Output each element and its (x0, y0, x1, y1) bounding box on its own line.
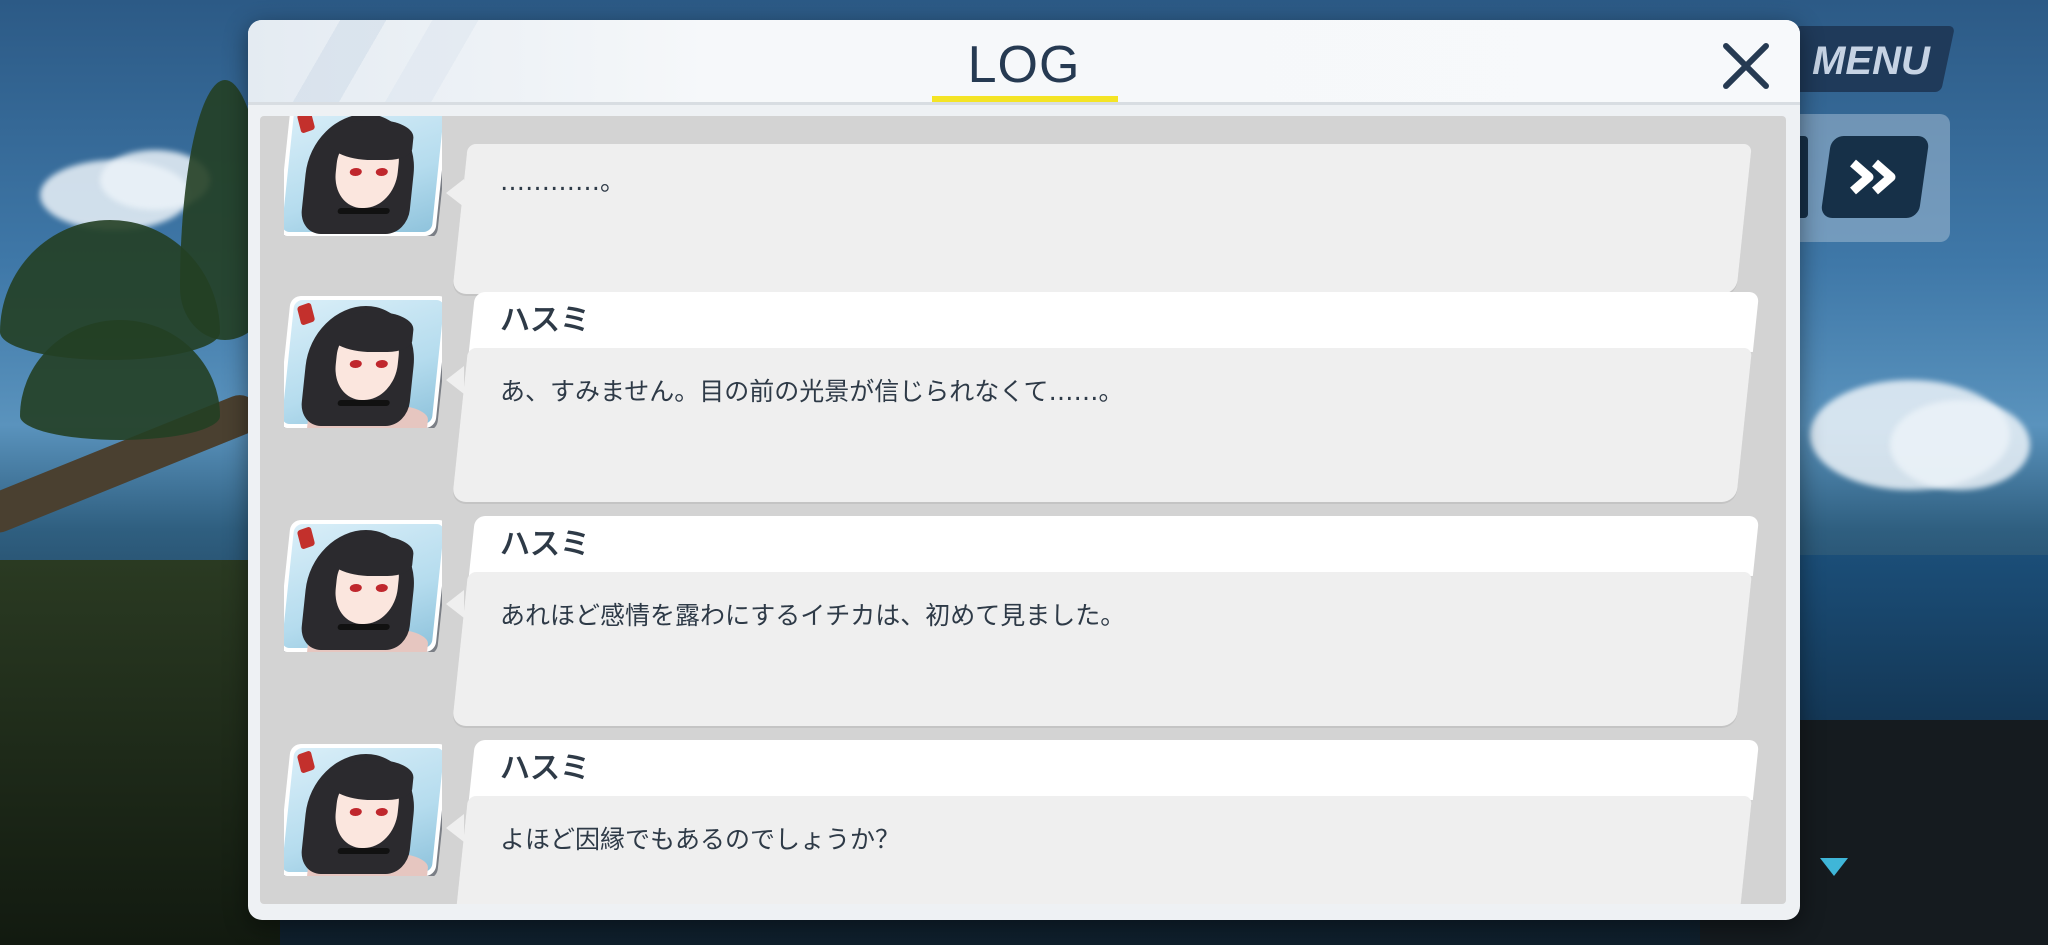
dialogue-text: あれほど感情を露わにするイチカは、初めて見ました。 (500, 601, 1126, 630)
speaker-name-bar (468, 516, 1760, 576)
log-entry: ハスミ よほど因縁でもあるのでしょうか？ (260, 740, 1786, 904)
speaker-name-bar (468, 292, 1760, 352)
dialogue-bubble (452, 144, 1752, 294)
log-header: LOG (248, 20, 1800, 103)
menu-button-label[interactable]: MENU (1806, 36, 1936, 86)
speaker-name: ハスミ (500, 751, 590, 786)
dialogue-text: よほど因縁でもあるのでしょうか？ (500, 825, 901, 854)
close-icon[interactable] (1714, 34, 1778, 98)
speaker-name-bar (468, 740, 1760, 800)
fast-forward-icon[interactable] (1826, 136, 1924, 218)
speaker-name: ハスミ (500, 527, 590, 562)
speaker-portrait (284, 116, 442, 236)
dialogue-text: …………。 (500, 167, 626, 196)
log-entry: …………。 (260, 116, 1786, 294)
log-title: LOG (967, 36, 1081, 94)
close-button[interactable] (1714, 34, 1778, 98)
speaker-portrait (284, 520, 442, 652)
log-entry: ハスミ あれほど感情を露わにするイチカは、初めて見ました。 (260, 516, 1786, 730)
log-list[interactable]: …………。 ハスミ あ、すみません。目の前の光景が信じられなくて……。 ハスミ … (260, 116, 1786, 904)
speaker-name: ハスミ (500, 303, 590, 338)
log-entry: ハスミ あ、すみません。目の前の光景が信じられなくて……。 (260, 292, 1786, 506)
log-dialog: LOG …………。 ハスミ あ、すみません。目の前の光景が信じられなくて……。 … (248, 20, 1800, 920)
speaker-portrait (284, 296, 442, 428)
scroll-down-indicator-icon (1820, 858, 1848, 876)
dialogue-text: あ、すみません。目の前の光景が信じられなくて……。 (500, 377, 1124, 406)
speaker-portrait (284, 744, 442, 876)
